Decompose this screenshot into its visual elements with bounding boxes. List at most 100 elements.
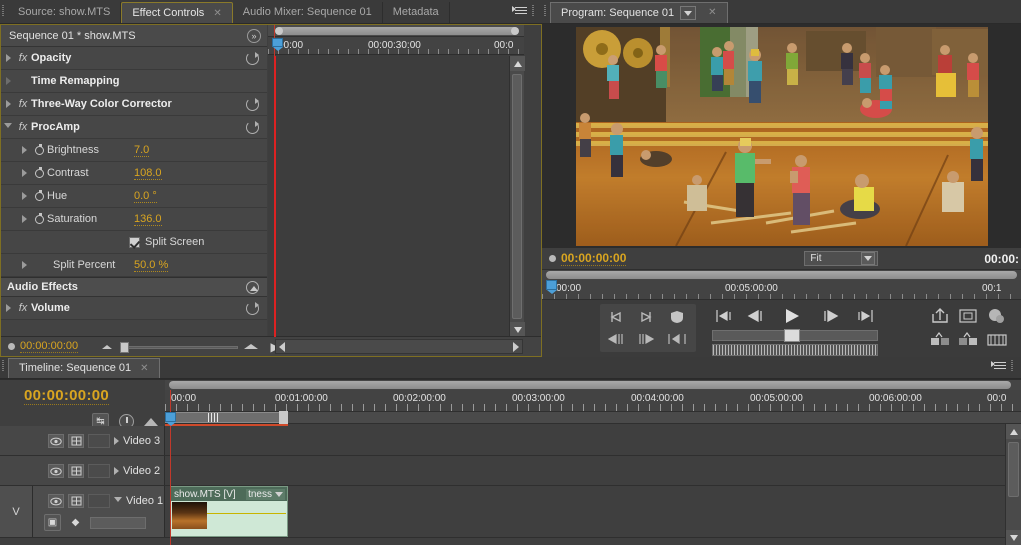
disclosure-triangle-icon[interactable]: [1, 297, 15, 319]
target-track-indicator[interactable]: V: [0, 486, 33, 537]
chevron-down-icon[interactable]: [861, 252, 876, 265]
tab-audio-mixer[interactable]: Audio Mixer: Sequence 01: [232, 2, 383, 23]
disclosure-triangle-icon[interactable]: [1, 70, 15, 92]
track-header-video-1[interactable]: V Video 1 ▣ ◆: [0, 486, 165, 537]
eye-icon[interactable]: [48, 464, 64, 478]
set-in-icon[interactable]: [604, 330, 628, 348]
param-row-split-percent[interactable]: Split Percent 50.0 %: [1, 254, 267, 277]
shield-icon[interactable]: [666, 308, 688, 326]
timeline-vertical-scrollbar[interactable]: [1005, 424, 1021, 545]
out-point-icon[interactable]: [636, 308, 656, 326]
show-keyframes-icon[interactable]: ▣: [44, 514, 61, 531]
effect-row-opacity[interactable]: fx Opacity: [1, 47, 267, 70]
tab-program-monitor[interactable]: Program: Sequence 01 ✕: [550, 2, 728, 23]
param-row-brightness[interactable]: Brightness 7.0: [1, 139, 267, 162]
scroll-left-icon[interactable]: [279, 341, 285, 352]
set-out-icon[interactable]: [634, 330, 658, 348]
track-header-video-2[interactable]: Video 2: [0, 456, 165, 485]
eye-icon[interactable]: [48, 434, 64, 448]
close-icon[interactable]: ✕: [213, 8, 221, 19]
reset-icon[interactable]: [246, 302, 259, 315]
scroll-down-icon[interactable]: [510, 322, 525, 337]
disclosure-triangle-icon[interactable]: [114, 437, 119, 445]
stopwatch-icon[interactable]: [31, 208, 47, 230]
chevron-down-icon[interactable]: [275, 491, 283, 497]
panel-menu-icon[interactable]: [512, 4, 530, 18]
step-forward-icon[interactable]: [818, 306, 842, 326]
stopwatch-icon[interactable]: [31, 139, 47, 161]
timeline-work-area-bar[interactable]: [165, 411, 1021, 426]
timeline-scroll-thumb[interactable]: [1008, 442, 1019, 497]
jog-knob[interactable]: [784, 329, 800, 342]
timeline-current-timecode[interactable]: 00:00:00:00: [24, 387, 110, 405]
param-value-split-percent[interactable]: 50.0 %: [134, 259, 169, 272]
timeline-zoom-scrollbar[interactable]: [165, 380, 1021, 390]
ec-horizontal-scrollbar[interactable]: [275, 339, 523, 354]
param-value-hue[interactable]: 0.0 °: [134, 190, 157, 203]
panel-grip-icon[interactable]: [0, 354, 8, 378]
disclosure-triangle-icon[interactable]: [17, 254, 31, 276]
split-screen-control[interactable]: Split Screen: [129, 236, 204, 248]
disclosure-triangle-icon[interactable]: [114, 496, 122, 506]
effect-row-volume[interactable]: fx Volume: [1, 297, 267, 320]
panel-grip-right-icon[interactable]: [1009, 354, 1017, 378]
disclosure-triangle-icon[interactable]: [1, 47, 15, 69]
effect-row-time-remapping[interactable]: Time Remapping: [1, 70, 267, 93]
zoom-out-icon[interactable]: [102, 344, 113, 349]
lock-icon[interactable]: [68, 434, 84, 448]
disclosure-triangle-icon[interactable]: [17, 139, 31, 161]
param-row-split-screen[interactable]: Split Screen: [1, 231, 267, 254]
scroll-right-icon[interactable]: [513, 341, 519, 352]
scroll-up-icon[interactable]: [1006, 424, 1021, 439]
pm-zoom-scrollbar[interactable]: [542, 270, 1021, 280]
in-point-icon[interactable]: [606, 308, 626, 326]
panel-grip-icon[interactable]: [0, 0, 8, 23]
effect-row-three-way-color-corrector[interactable]: fx Three-Way Color Corrector: [1, 93, 267, 116]
disclosure-triangle-icon[interactable]: [1, 116, 15, 138]
close-icon[interactable]: ✕: [140, 363, 148, 374]
param-value-contrast[interactable]: 108.0: [134, 167, 162, 180]
disclosure-triangle-icon[interactable]: [114, 467, 119, 475]
ec-current-time-indicator[interactable]: [272, 38, 283, 51]
tab-source[interactable]: Source: show.MTS: [8, 2, 122, 23]
set-marker-icon[interactable]: [144, 417, 158, 426]
zoom-in-icon[interactable]: [244, 344, 259, 349]
trim-icon[interactable]: [984, 330, 1010, 350]
play-in-to-out-icon[interactable]: [664, 330, 690, 348]
zoom-level-dropdown[interactable]: Fit: [804, 251, 879, 266]
close-icon[interactable]: ✕: [708, 3, 716, 23]
pm-current-time-indicator[interactable]: [546, 280, 557, 294]
ec-zoom-scrollbar[interactable]: [268, 25, 524, 37]
reset-icon[interactable]: [246, 98, 259, 111]
stopwatch-icon[interactable]: [31, 162, 47, 184]
pm-time-ruler[interactable]: 00:00 00:05:00:00 00:1: [542, 280, 1021, 300]
overwrite-icon[interactable]: [956, 330, 980, 350]
timeline-current-time-indicator[interactable]: [165, 412, 176, 426]
zoom-slider[interactable]: [118, 341, 239, 353]
panel-grip-right-icon[interactable]: [530, 0, 538, 23]
timeline-time-ruler[interactable]: 00:00 00:01:00:00 00:02:00:00 00:03:00:0…: [165, 390, 1021, 412]
clip-show-mts[interactable]: show.MTS [V] tness: [170, 486, 288, 537]
track-content-video-1[interactable]: show.MTS [V] tness: [165, 486, 1005, 537]
effect-row-procamp[interactable]: fx ProcAmp: [1, 116, 267, 139]
ec-keyframe-canvas[interactable]: [268, 56, 524, 337]
scroll-down-icon[interactable]: [1006, 530, 1021, 545]
track-content-video-3[interactable]: [165, 426, 1005, 455]
reset-icon[interactable]: [246, 52, 259, 65]
param-value-brightness[interactable]: 7.0: [134, 144, 150, 157]
tab-effect-controls[interactable]: Effect Controls ✕: [121, 2, 233, 23]
disclosure-triangle-icon[interactable]: [1, 93, 15, 115]
panel-menu-icon[interactable]: [991, 359, 1009, 373]
pm-current-timecode[interactable]: 00:00:00:00: [561, 251, 627, 266]
step-back-icon[interactable]: [744, 306, 768, 326]
record-icon[interactable]: [984, 306, 1008, 326]
param-row-hue[interactable]: Hue 0.0 °: [1, 185, 267, 208]
play-icon[interactable]: [778, 306, 806, 326]
param-row-saturation[interactable]: Saturation 136.0: [1, 208, 267, 231]
clip-opacity-line[interactable]: [207, 513, 286, 514]
track-content-video-2[interactable]: [165, 456, 1005, 485]
disclosure-triangle-icon[interactable]: [17, 208, 31, 230]
lock-icon[interactable]: [68, 494, 84, 508]
ec-scroll-thumb[interactable]: [512, 74, 522, 319]
track-header-video-3[interactable]: Video 3: [0, 426, 165, 455]
